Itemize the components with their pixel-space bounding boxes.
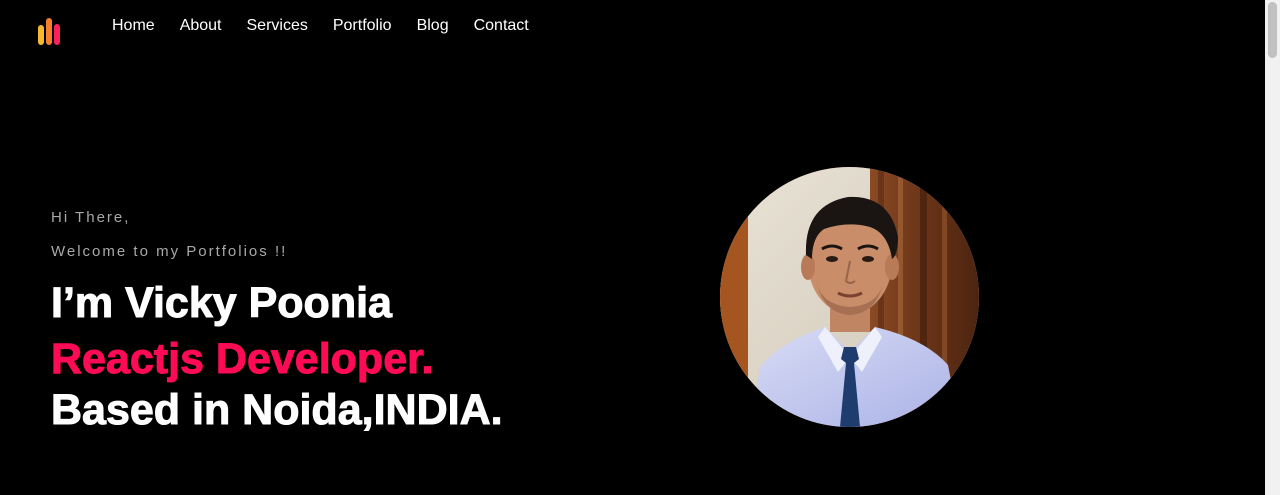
nav-portfolio[interactable]: Portfolio	[333, 15, 392, 37]
nav-about[interactable]: About	[180, 15, 222, 37]
logo-bar	[54, 24, 60, 45]
logo-bar	[46, 18, 52, 45]
hero-role: Reactjs Developer.	[50, 335, 434, 384]
nav-services[interactable]: Services	[247, 15, 308, 37]
nav-contact[interactable]: Contact	[474, 15, 529, 37]
logo-icon[interactable]	[38, 18, 64, 45]
welcome-text: Welcome to my Portfolios !!	[51, 243, 288, 260]
main-nav: Home About Services Portfolio Blog Conta…	[112, 15, 554, 37]
hero-name: I’m Vicky Poonia	[51, 279, 393, 328]
hero-location: Based in Noida,INDIA.	[51, 386, 504, 435]
profile-photo	[720, 167, 979, 427]
nav-blog[interactable]: Blog	[417, 15, 449, 37]
logo-bar	[38, 25, 44, 45]
scrollbar-thumb[interactable]	[1268, 2, 1277, 58]
page-scrollbar[interactable]	[1265, 0, 1280, 495]
nav-home[interactable]: Home	[112, 15, 155, 37]
greeting-text: Hi There,	[51, 209, 131, 226]
page: Home About Services Portfolio Blog Conta…	[0, 0, 1280, 495]
